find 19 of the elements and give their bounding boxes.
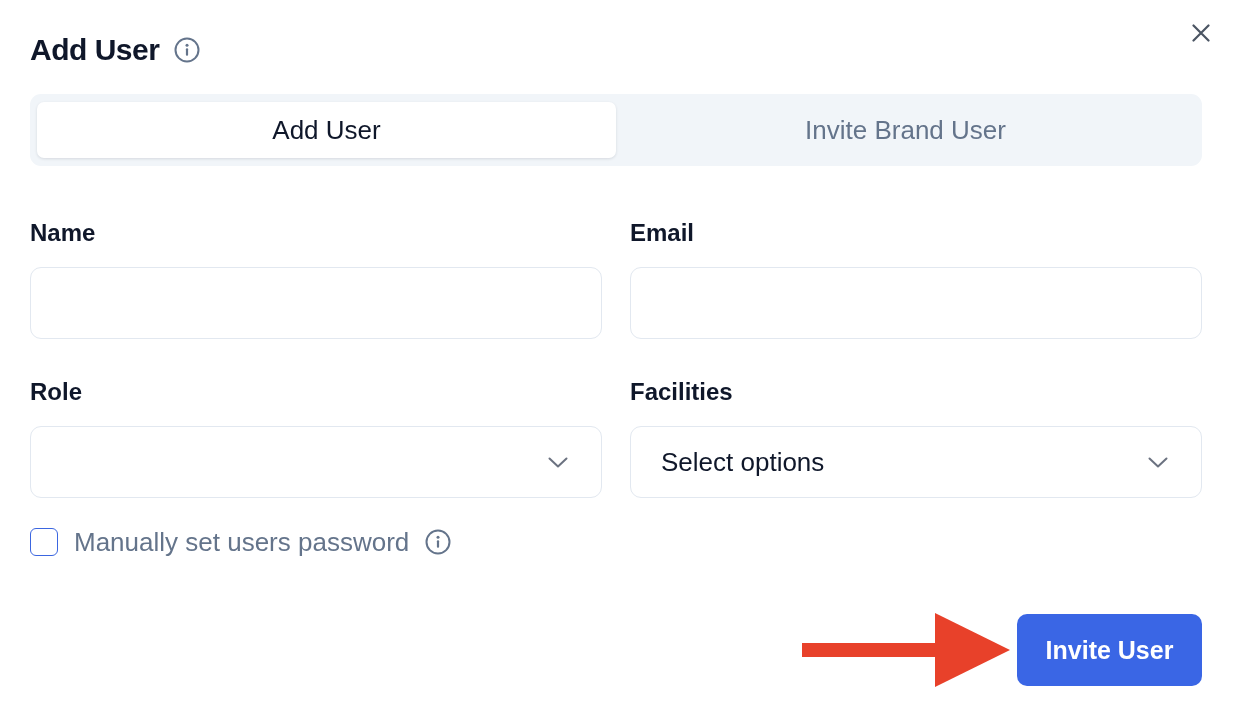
text-input[interactable] [630, 267, 1202, 339]
checkbox[interactable] [30, 528, 58, 556]
tab[interactable]: Invite Brand User [616, 102, 1195, 158]
arrow-icon [802, 613, 1010, 687]
checkbox-label: Manually set users password [74, 526, 410, 558]
close-icon[interactable] [1192, 24, 1210, 42]
invite-user-button[interactable]: Invite User [1017, 614, 1202, 686]
field-label: Role [30, 377, 82, 407]
chevron-down-icon [1148, 456, 1168, 468]
dropdown[interactable]: Select options [630, 426, 1202, 498]
field-label: Facilities [630, 377, 733, 407]
text-input[interactable] [30, 267, 602, 339]
field-label: Email [630, 218, 695, 248]
tab[interactable]: Add User [37, 102, 616, 158]
chevron-down-icon [548, 456, 568, 468]
info-icon[interactable] [174, 37, 201, 63]
dialog-title: Add User [30, 32, 160, 68]
field-label: Name [30, 218, 96, 248]
info-icon[interactable] [425, 529, 452, 555]
